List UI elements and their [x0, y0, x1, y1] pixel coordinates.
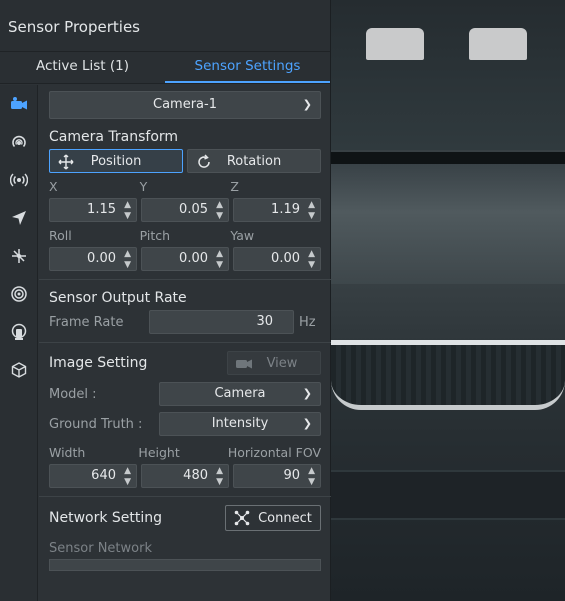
camera-transform-title: Camera Transform	[49, 129, 179, 145]
fov-value: 90	[283, 468, 300, 483]
sensor-settings-content: Camera-1 ❯ Camera Transform Position Rot…	[39, 85, 331, 601]
lidar-icon[interactable]	[0, 313, 38, 351]
x-label: X	[49, 179, 58, 194]
left-mirror-shape	[366, 28, 424, 60]
width-input[interactable]: 640 ▲ ▼	[49, 464, 137, 488]
dashboard-edge	[331, 152, 565, 164]
y-label: Y	[139, 179, 148, 194]
stepper-icon[interactable]: ▲ ▼	[124, 199, 131, 222]
pitch-value: 0.00	[179, 251, 208, 266]
sensor-network-field[interactable]	[49, 559, 321, 571]
rotate-icon	[198, 154, 210, 168]
stepper-icon[interactable]: ▲ ▼	[308, 248, 315, 271]
stepper-icon[interactable]: ▲ ▼	[216, 248, 223, 271]
sensor-select-dropdown[interactable]: Camera-1 ❯	[49, 91, 321, 119]
z-label: Z	[230, 179, 239, 194]
frame-rate-input[interactable]: 30	[149, 310, 294, 334]
vehicle-lower-bumper	[331, 470, 565, 520]
panel-tabs: Active List (1) Sensor Settings	[0, 52, 330, 84]
yaw-label: Yaw	[230, 228, 255, 243]
width-label: Width	[49, 445, 86, 460]
network-setting-title: Network Setting	[49, 510, 163, 526]
position-button[interactable]: Position	[49, 149, 183, 173]
height-value: 480	[183, 468, 208, 483]
yaw-value: 0.00	[271, 251, 300, 266]
model-label: Model :	[49, 386, 97, 402]
z-value: 1.19	[271, 202, 300, 217]
ground-truth-dropdown[interactable]: Intensity ❯	[159, 412, 321, 436]
connect-label: Connect	[258, 510, 312, 526]
ground-truth-value: Intensity	[211, 416, 269, 431]
frame-rate-value: 30	[256, 314, 273, 329]
ultrasonic-icon[interactable]	[0, 275, 38, 313]
height-label: Height	[138, 445, 180, 460]
roll-input[interactable]: 0.00 ▲ ▼	[49, 247, 137, 271]
tab-active-list[interactable]: Active List (1)	[0, 52, 165, 83]
move-icon	[58, 154, 74, 170]
roll-value: 0.00	[87, 251, 116, 266]
view-label: View	[266, 355, 298, 371]
vehicle-cabin-view	[331, 0, 565, 150]
stepper-icon[interactable]: ▲ ▼	[308, 199, 315, 222]
broadcast-icon[interactable]	[0, 161, 38, 199]
yaw-input[interactable]: 0.00 ▲ ▼	[233, 247, 321, 271]
panel-title: Sensor Properties	[0, 0, 330, 52]
stepper-icon[interactable]: ▲ ▼	[216, 199, 223, 222]
sensor-type-sidebar	[0, 85, 38, 601]
section-divider	[39, 342, 331, 343]
section-divider	[39, 496, 331, 497]
cube-icon[interactable]	[0, 351, 38, 389]
chevron-down-icon: ❯	[302, 387, 312, 400]
stepper-icon[interactable]: ▲ ▼	[124, 465, 131, 488]
pitch-input[interactable]: 0.00 ▲ ▼	[141, 247, 229, 271]
imu-axes-icon[interactable]	[0, 237, 38, 275]
3d-viewport[interactable]	[331, 0, 565, 601]
fov-label: Horizontal FOV	[227, 445, 322, 460]
camera-icon[interactable]	[0, 85, 38, 123]
pitch-label: Pitch	[139, 228, 171, 243]
stepper-icon[interactable]: ▲ ▼	[124, 248, 131, 271]
z-input[interactable]: 1.19 ▲ ▼	[233, 198, 321, 222]
frame-rate-unit: Hz	[299, 314, 316, 330]
connect-button[interactable]: Connect	[225, 505, 321, 531]
roll-label: Roll	[49, 228, 72, 243]
model-dropdown[interactable]: Camera ❯	[159, 382, 321, 406]
frame-rate-label: Frame Rate	[49, 314, 124, 330]
chevron-down-icon: ❯	[302, 417, 312, 430]
camera-icon	[236, 359, 252, 369]
sensor-properties-panel: Sensor Properties Active List (1) Sensor…	[0, 0, 331, 601]
sensor-output-rate-title: Sensor Output Rate	[49, 290, 187, 306]
height-input[interactable]: 480 ▲ ▼	[141, 464, 229, 488]
rotation-label: Rotation	[226, 153, 282, 169]
tab-sensor-settings[interactable]: Sensor Settings	[165, 52, 330, 83]
y-input[interactable]: 0.05 ▲ ▼	[141, 198, 229, 222]
network-nodes-icon	[234, 510, 250, 526]
x-value: 1.15	[87, 202, 116, 217]
sensor-network-label: Sensor Network	[49, 541, 152, 556]
sensor-select-value: Camera-1	[153, 97, 217, 112]
stepper-icon[interactable]: ▲ ▼	[308, 465, 315, 488]
chevron-down-icon: ❯	[302, 98, 312, 111]
vehicle-hood	[331, 164, 565, 284]
radar-icon[interactable]	[0, 123, 38, 161]
position-label: Position	[90, 153, 142, 169]
x-input[interactable]: 1.15 ▲ ▼	[49, 198, 137, 222]
ground-truth-label: Ground Truth :	[49, 416, 143, 432]
fov-input[interactable]: 90 ▲ ▼	[233, 464, 321, 488]
stepper-icon[interactable]: ▲ ▼	[216, 465, 223, 488]
image-setting-title: Image Setting	[49, 355, 148, 371]
vehicle-grille	[331, 340, 565, 410]
width-value: 640	[91, 468, 116, 483]
model-value: Camera	[214, 386, 266, 401]
y-value: 0.05	[179, 202, 208, 217]
section-divider	[39, 279, 331, 280]
right-mirror-shape	[469, 28, 527, 60]
navigation-arrow-icon[interactable]	[0, 199, 38, 237]
rotation-button[interactable]: Rotation	[187, 149, 321, 173]
view-button[interactable]: View	[227, 351, 321, 375]
